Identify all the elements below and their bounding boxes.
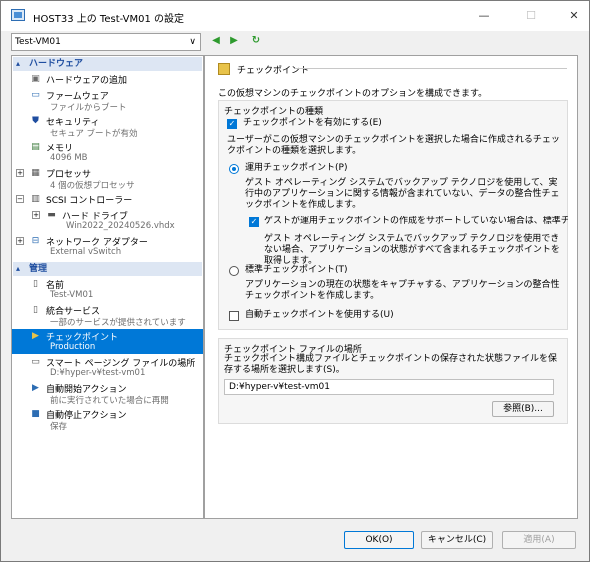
checkpoint-path-input[interactable]: D:¥hyper-v¥test-vm01 bbox=[224, 379, 554, 395]
memory-icon: ▤ bbox=[31, 142, 40, 152]
integration-services-icon: ▯ bbox=[33, 305, 38, 315]
browse-button[interactable]: 参照(B)... bbox=[492, 401, 554, 417]
maximize-button[interactable]: ☐ bbox=[516, 7, 546, 25]
settings-tree: ▴ ハードウェア ▣ ハードウェアの追加 ▭ ファームウェア ファイルからブート… bbox=[11, 55, 204, 519]
settings-window: HOST33 上の Test-VM01 の設定 — ☐ ✕ Test-VM01 … bbox=[0, 0, 590, 562]
cancel-button[interactable]: キャンセル(C) bbox=[421, 531, 493, 549]
fallback-standard-checkbox[interactable]: ✓ bbox=[249, 217, 259, 227]
checkpoint-location-group: チェックポイント ファイルの場所 チェックポイント構成ファイルとチェックポイント… bbox=[218, 338, 568, 424]
production-checkpoint-radio[interactable] bbox=[229, 164, 239, 174]
fallback-standard-label[interactable]: ゲストが運用チェックポイントの作成をサポートしていない場合は、標準チェックポイ bbox=[264, 216, 568, 227]
standard-checkpoint-label[interactable]: 標準チェックポイント(T) bbox=[245, 265, 348, 276]
production-checkpoint-label[interactable]: 運用チェックポイント(P) bbox=[245, 163, 347, 174]
processor-icon: ▦ bbox=[31, 168, 40, 178]
checkpoint-settings-panel: チェックポイント この仮想マシンのチェックポイントのオプションを構成できます。 … bbox=[204, 55, 578, 519]
scsi-controller-icon: ▥ bbox=[31, 194, 40, 204]
expand-icon[interactable]: + bbox=[32, 211, 40, 219]
sidebar-item-memory[interactable]: ▤ メモリ 4096 MB bbox=[12, 140, 203, 164]
location-description: チェックポイント構成ファイルとチェックポイントの保存された状態ファイルを保存する… bbox=[224, 354, 558, 375]
section-title: チェックポイント bbox=[237, 66, 310, 76]
chevron-down-icon: ∨ bbox=[189, 37, 196, 47]
vm-selector-value: Test-VM01 bbox=[15, 37, 61, 47]
sidebar-item-auto-stop[interactable]: ■ 自動停止アクション 保存 bbox=[12, 407, 203, 432]
sidebar-item-checkpoints[interactable]: ▶ チェックポイント Production bbox=[12, 329, 203, 354]
auto-stop-icon: ■ bbox=[31, 409, 40, 419]
enable-checkpoints-label[interactable]: チェックポイントを有効にする(E) bbox=[243, 118, 382, 129]
minimize-button[interactable]: — bbox=[469, 7, 499, 25]
vm-selector[interactable]: Test-VM01 ∨ bbox=[11, 33, 201, 51]
refresh-icon[interactable]: ↻ bbox=[249, 34, 263, 48]
sidebar-item-security[interactable]: ⛊ セキュリティ セキュア ブートが有効 bbox=[12, 114, 203, 139]
sidebar-item-name[interactable]: ▯ 名前 Test-VM01 bbox=[12, 277, 203, 301]
sidebar-item-network-adapter[interactable]: + ⊟ ネットワーク アダプター External vSwitch bbox=[12, 234, 203, 258]
next-arrow-icon[interactable]: ▶ bbox=[227, 34, 241, 48]
fallback-description: ゲスト オペレーティング システムでバックアップ テクノロジを使用できない場合、… bbox=[264, 234, 560, 266]
standard-checkpoint-description: アプリケーションの現在の状態をキャプチャする、アプリケーションの整合性チェックポ… bbox=[245, 280, 560, 301]
apply-button[interactable]: 適用(A) bbox=[502, 531, 576, 549]
sidebar-item-firmware[interactable]: ▭ ファームウェア ファイルからブート bbox=[12, 88, 203, 113]
expand-icon[interactable]: + bbox=[16, 169, 24, 177]
firmware-icon: ▭ bbox=[31, 90, 40, 100]
collapse-icon[interactable]: − bbox=[16, 195, 24, 203]
ok-button[interactable]: OK(O) bbox=[344, 531, 414, 549]
choose-type-text: ユーザーがこの仮想マシンのチェックポイントを選択した場合に作成されるチェックポイ… bbox=[227, 135, 560, 156]
enable-checkpoints-checkbox[interactable]: ✓ bbox=[227, 119, 237, 129]
close-button[interactable]: ✕ bbox=[559, 7, 589, 25]
collapse-icon: ▴ bbox=[16, 264, 21, 273]
checkpoint-type-group: チェックポイントの種類 ✓ チェックポイントを有効にする(E) ユーザーがこの仮… bbox=[218, 100, 568, 330]
smart-paging-icon: ▭ bbox=[31, 357, 40, 367]
management-section-header[interactable]: ▴ 管理 bbox=[13, 262, 202, 276]
checkpoint-icon bbox=[218, 63, 230, 75]
standard-checkpoint-radio[interactable] bbox=[229, 266, 239, 276]
hardware-section-header[interactable]: ▴ ハードウェア bbox=[13, 57, 202, 71]
hyperv-app-icon bbox=[11, 9, 25, 21]
expand-icon[interactable]: + bbox=[16, 237, 24, 245]
production-checkpoint-description: ゲスト オペレーティング システムでバックアップ テクノロジを使用して、実行中の… bbox=[245, 178, 560, 210]
sidebar-item-processor[interactable]: + ▦ プロセッサ 4 個の仮想プロセッサ bbox=[12, 166, 203, 191]
sidebar-item-integration-services[interactable]: ▯ 統合サービス 一部のサービスが提供されています bbox=[12, 303, 203, 328]
add-hardware-icon: ▣ bbox=[31, 74, 40, 84]
sidebar-item-smart-paging[interactable]: ▭ スマート ページング ファイルの場所 D:¥hyper-v¥test-vm0… bbox=[12, 355, 203, 379]
previous-arrow-icon[interactable]: ◀ bbox=[209, 34, 223, 48]
auto-start-icon: ▶ bbox=[32, 383, 39, 393]
sidebar-item-hard-drive[interactable]: + ▬ ハード ドライブ Win2022_20240526.vhdx bbox=[12, 208, 203, 232]
checkpoint-icon: ▶ bbox=[32, 331, 39, 341]
auto-checkpoint-checkbox[interactable] bbox=[229, 311, 239, 321]
shield-icon: ⛊ bbox=[32, 116, 39, 126]
hard-drive-icon: ▬ bbox=[47, 210, 56, 220]
group-title: チェックポイントの種類 bbox=[224, 107, 324, 117]
window-title: HOST33 上の Test-VM01 の設定 bbox=[33, 14, 185, 25]
network-adapter-icon: ⊟ bbox=[31, 236, 40, 246]
name-icon: ▯ bbox=[33, 279, 38, 289]
title-bar: HOST33 上の Test-VM01 の設定 — ☐ ✕ bbox=[1, 1, 589, 31]
auto-checkpoint-label[interactable]: 自動チェックポイントを使用する(U) bbox=[245, 310, 394, 321]
section-description: この仮想マシンのチェックポイントのオプションを構成できます。 bbox=[218, 89, 488, 99]
sidebar-item-auto-start[interactable]: ▶ 自動開始アクション 前に実行されていた場合に再開 bbox=[12, 381, 203, 406]
divider bbox=[295, 68, 567, 69]
collapse-icon: ▴ bbox=[16, 59, 21, 68]
